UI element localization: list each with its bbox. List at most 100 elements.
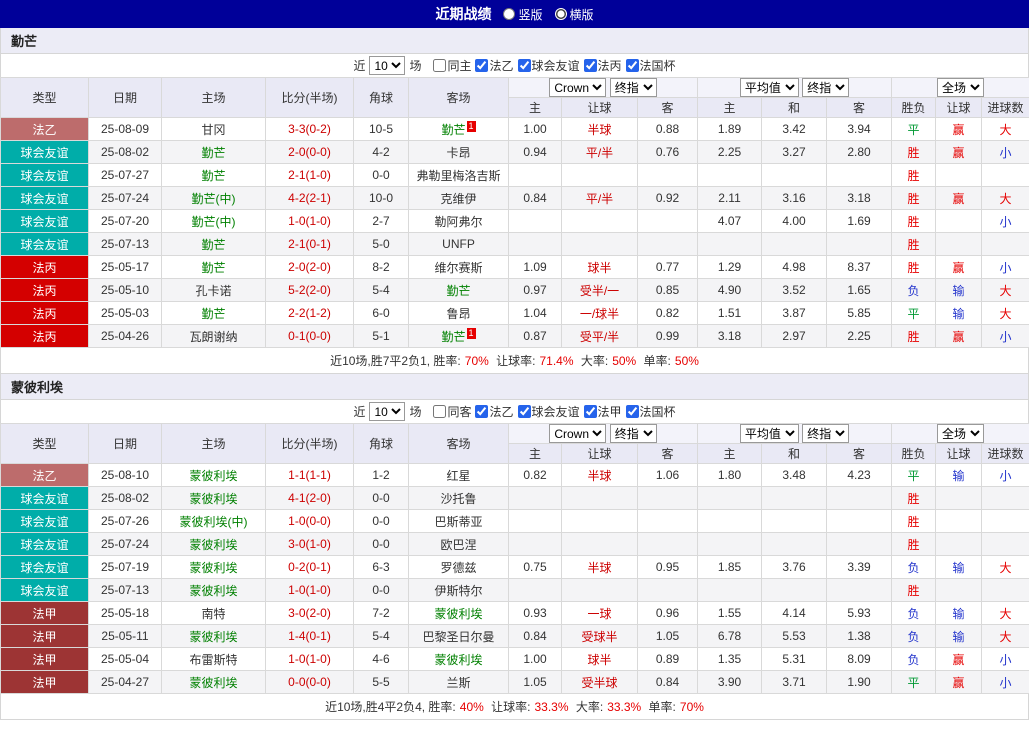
match-score[interactable]: 0-1(0-0)	[265, 324, 354, 348]
home-team[interactable]: 蒙彼利埃(中)	[161, 509, 266, 533]
home-team[interactable]: 孔卡诺	[161, 278, 266, 302]
away-team-name[interactable]: 卡昂	[446, 146, 470, 160]
away-team[interactable]: 勤芒	[408, 278, 509, 302]
away-team[interactable]: 兰斯	[408, 670, 509, 694]
home-team[interactable]: 蒙彼利埃	[161, 486, 266, 510]
home-team[interactable]: 勤芒(中)	[161, 186, 266, 210]
match-score[interactable]: 5-2(2-0)	[265, 278, 354, 302]
league-checkbox[interactable]	[475, 405, 489, 418]
league-option-1[interactable]: 法乙	[475, 57, 514, 74]
away-team[interactable]: 蒙彼利埃	[408, 647, 509, 671]
league-option-2[interactable]: 球会友谊	[517, 57, 580, 74]
avg-type-select[interactable]: 平均值	[739, 78, 799, 97]
league-checkbox[interactable]	[517, 405, 531, 418]
away-team-name[interactable]: 勤芒	[446, 284, 470, 298]
home-team[interactable]: 蒙彼利埃	[161, 578, 266, 602]
league-checkbox[interactable]	[475, 59, 489, 72]
away-team-name[interactable]: 勤芒	[441, 123, 465, 137]
match-score[interactable]: 4-2(2-1)	[265, 186, 354, 210]
scope-select[interactable]: 全场	[937, 78, 985, 97]
away-team-name[interactable]: 欧巴涅	[440, 538, 476, 552]
home-team[interactable]: 勤芒	[161, 232, 266, 256]
avg-time-select[interactable]: 终指	[802, 78, 850, 97]
away-team[interactable]: 勤芒 1	[408, 324, 509, 348]
away-team[interactable]: 红星	[408, 463, 509, 487]
home-team[interactable]: 蒙彼利埃	[161, 624, 266, 648]
layout-vertical-radio[interactable]	[503, 8, 516, 20]
home-team[interactable]: 瓦朗谢纳	[161, 324, 266, 348]
league-checkbox[interactable]	[517, 59, 531, 72]
away-team-name[interactable]: 沙托鲁	[440, 492, 476, 506]
home-team[interactable]: 布雷斯特	[161, 647, 266, 671]
home-team[interactable]: 甘冈	[161, 117, 266, 141]
match-score[interactable]: 1-0(1-0)	[265, 647, 354, 671]
away-team-name[interactable]: 罗德兹	[440, 561, 476, 575]
league-option-1[interactable]: 法乙	[475, 403, 514, 420]
away-team[interactable]: 巴黎圣日尔曼	[408, 624, 509, 648]
home-team[interactable]: 蒙彼利埃	[161, 670, 266, 694]
match-score[interactable]: 3-3(0-2)	[265, 117, 354, 141]
match-score[interactable]: 1-1(1-1)	[265, 463, 354, 487]
match-score[interactable]: 2-0(2-0)	[265, 255, 354, 279]
away-team-name[interactable]: UNFP	[442, 237, 475, 251]
odds-company-select[interactable]: Crown	[549, 424, 607, 443]
same-venue-option[interactable]: 同客	[433, 403, 471, 420]
league-checkbox[interactable]	[625, 59, 639, 72]
away-team-name[interactable]: 巴斯蒂亚	[434, 515, 482, 529]
league-checkbox[interactable]	[583, 59, 597, 72]
match-score[interactable]: 2-2(1-2)	[265, 301, 354, 325]
same-venue-checkbox[interactable]	[433, 405, 447, 418]
league-checkbox[interactable]	[583, 405, 597, 418]
home-team[interactable]: 勤芒	[161, 163, 266, 187]
layout-horizontal-radio[interactable]	[554, 8, 567, 20]
avg-time-select[interactable]: 终指	[802, 424, 850, 443]
league-checkbox[interactable]	[625, 405, 639, 418]
home-team[interactable]: 勤芒	[161, 140, 266, 164]
scope-select[interactable]: 全场	[937, 424, 985, 443]
match-score[interactable]: 2-0(0-0)	[265, 140, 354, 164]
away-team[interactable]: 伊斯特尔	[408, 578, 509, 602]
away-team[interactable]: 维尔赛斯	[408, 255, 509, 279]
away-team[interactable]: 鲁昂	[408, 301, 509, 325]
away-team-name[interactable]: 鲁昂	[446, 307, 470, 321]
match-score[interactable]: 1-0(1-0)	[265, 578, 354, 602]
league-option-4[interactable]: 法国杯	[625, 57, 676, 74]
home-team[interactable]: 勤芒	[161, 301, 266, 325]
away-team[interactable]: 克维伊	[408, 186, 509, 210]
match-score[interactable]: 3-0(1-0)	[265, 532, 354, 556]
home-team[interactable]: 蒙彼利埃	[161, 463, 266, 487]
match-score[interactable]: 3-0(2-0)	[265, 601, 354, 625]
league-option-4[interactable]: 法国杯	[625, 403, 676, 420]
home-team[interactable]: 勤芒	[161, 255, 266, 279]
away-team[interactable]: 勒阿弗尔	[408, 209, 509, 233]
home-team[interactable]: 蒙彼利埃	[161, 555, 266, 579]
same-venue-checkbox[interactable]	[433, 59, 447, 72]
away-team[interactable]: 勤芒 1	[408, 117, 509, 141]
home-team[interactable]: 蒙彼利埃	[161, 532, 266, 556]
away-team-name[interactable]: 维尔赛斯	[434, 261, 482, 275]
away-team-name[interactable]: 蒙彼利埃	[434, 653, 482, 667]
away-team[interactable]: 蒙彼利埃	[408, 601, 509, 625]
layout-vertical-option[interactable]: 竖版	[503, 6, 543, 23]
away-team[interactable]: 沙托鲁	[408, 486, 509, 510]
away-team[interactable]: 欧巴涅	[408, 532, 509, 556]
league-option-3[interactable]: 法丙	[583, 57, 622, 74]
odds-company-select[interactable]: Crown	[549, 78, 607, 97]
away-team[interactable]: 卡昂	[408, 140, 509, 164]
away-team-name[interactable]: 兰斯	[446, 676, 470, 690]
home-team[interactable]: 勤芒(中)	[161, 209, 266, 233]
odds-time-select[interactable]: 终指	[609, 424, 657, 443]
match-count-select[interactable]: 10	[369, 56, 406, 75]
away-team-name[interactable]: 勒阿弗尔	[434, 215, 482, 229]
away-team-name[interactable]: 红星	[446, 469, 470, 483]
league-option-3[interactable]: 法甲	[583, 403, 622, 420]
away-team[interactable]: 弗勒里梅洛吉斯	[408, 163, 509, 187]
away-team[interactable]: 巴斯蒂亚	[408, 509, 509, 533]
away-team-name[interactable]: 弗勒里梅洛吉斯	[416, 169, 500, 183]
away-team-name[interactable]: 勤芒	[441, 330, 465, 344]
match-score[interactable]: 0-0(0-0)	[265, 670, 354, 694]
league-option-2[interactable]: 球会友谊	[517, 403, 580, 420]
away-team-name[interactable]: 伊斯特尔	[434, 584, 482, 598]
layout-horizontal-option[interactable]: 横版	[554, 6, 594, 23]
match-score[interactable]: 2-1(1-0)	[265, 163, 354, 187]
